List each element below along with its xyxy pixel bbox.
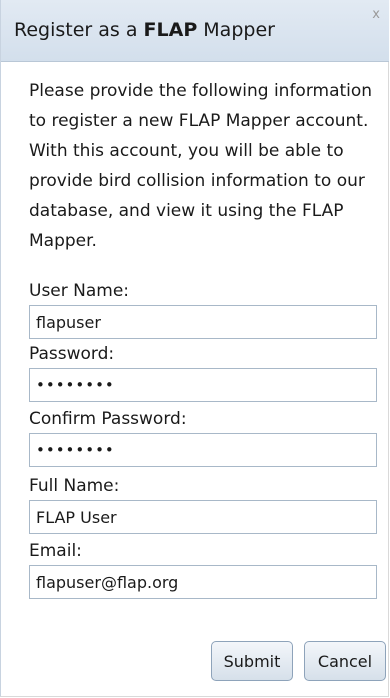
title-prefix: Register as a	[14, 19, 144, 41]
register-dialog: Register as a FLAP Mapper x Please provi…	[0, 0, 389, 697]
cancel-button[interactable]: Cancel	[304, 641, 386, 681]
confirm-password-input[interactable]	[29, 433, 377, 467]
intro-text: Please provide the following information…	[29, 81, 373, 251]
dialog-titlebar: Register as a FLAP Mapper x	[1, 0, 389, 62]
close-icon[interactable]: x	[372, 8, 380, 21]
title-brand: FLAP	[143, 19, 198, 41]
confirm-password-label: Confirm Password:	[29, 409, 187, 429]
fullname-label: Full Name:	[29, 476, 120, 496]
email-label: Email:	[29, 541, 82, 561]
title-suffix: Mapper	[197, 19, 275, 41]
password-input[interactable]	[29, 368, 377, 402]
dialog-title: Register as a FLAP Mapper	[14, 19, 275, 41]
password-label: Password:	[29, 344, 115, 364]
username-input[interactable]	[29, 305, 377, 339]
fullname-input[interactable]	[29, 500, 377, 534]
submit-button[interactable]: Submit	[211, 641, 293, 681]
username-label: User Name:	[29, 281, 130, 301]
email-input[interactable]	[29, 565, 377, 599]
